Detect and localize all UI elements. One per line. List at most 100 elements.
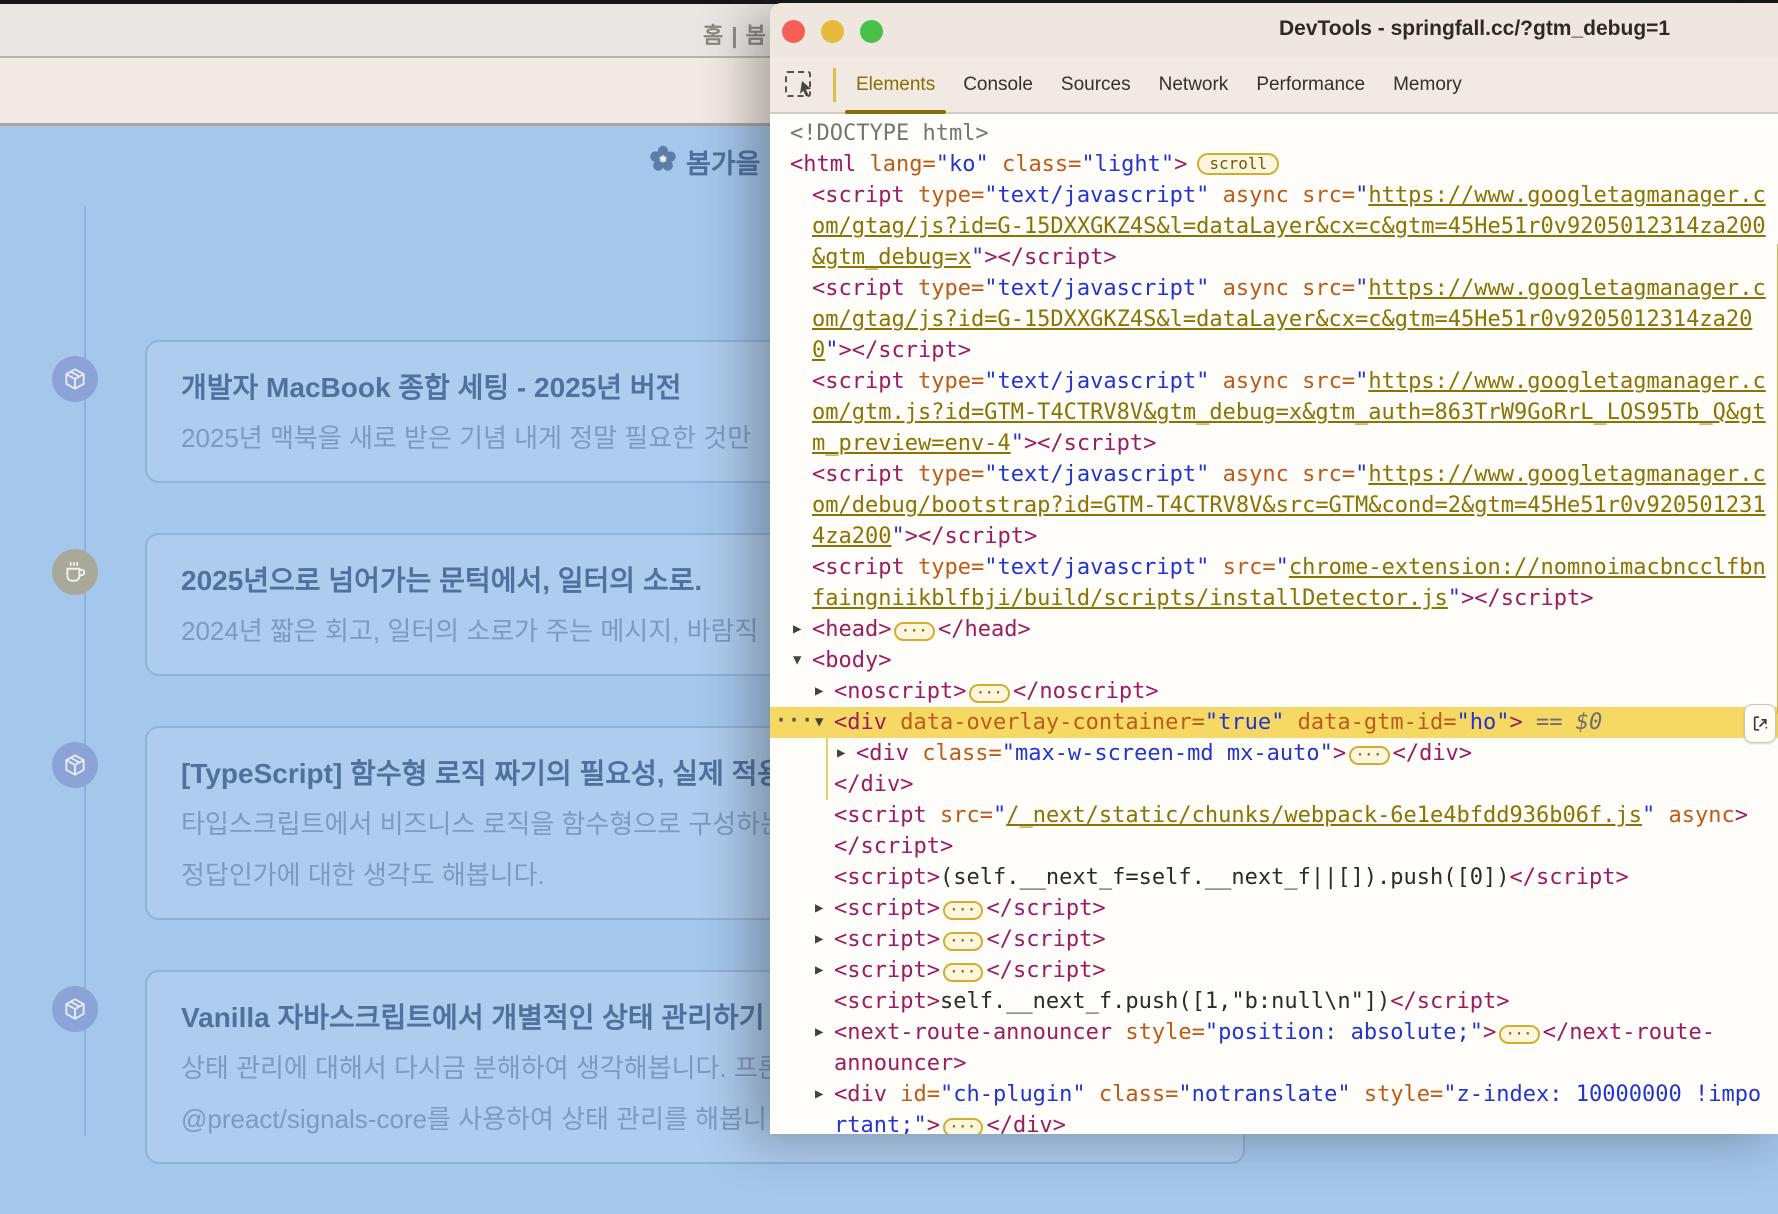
expand-closed-icon[interactable]: ▶ [815, 893, 823, 924]
package-icon [52, 356, 98, 402]
code-token: <next-route-announcer [834, 1020, 1112, 1045]
code-token: class= [1086, 1082, 1179, 1107]
code-token: ></script> [905, 524, 1037, 549]
code-token: async [1209, 276, 1288, 301]
dom-node-line[interactable]: <script type="text/javascript" async src… [770, 273, 1778, 304]
code-token: <script [834, 803, 927, 828]
code-token: <script> [834, 958, 940, 983]
tab-memory[interactable]: Memory [1379, 57, 1476, 112]
dom-node-line[interactable]: om/gtm.js?id=GTM-T4CTRV8V&gtm_debug=x&gt… [770, 397, 1778, 428]
ellipsis-expand-badge[interactable]: ··· [943, 901, 983, 920]
dom-node-line[interactable]: ▶<script>···</script> [770, 893, 1778, 924]
inspect-element-icon[interactable] [783, 69, 815, 101]
dom-node-line[interactable]: rtant;">···</div> [770, 1110, 1778, 1134]
code-token: src= [1289, 183, 1355, 208]
dom-node-selected[interactable]: ···▼<div data-overlay-container="true" d… [770, 707, 1778, 738]
ellipsis-expand-badge[interactable]: ··· [943, 1118, 983, 1134]
dom-node-line[interactable]: ▶<div class="max-w-screen-md mx-auto">··… [770, 738, 1778, 769]
dom-node-line[interactable]: <script type="text/javascript" async src… [770, 180, 1778, 211]
dom-node-line[interactable]: <script>(self.__next_f=self.__next_f||[]… [770, 862, 1778, 893]
expand-closed-icon[interactable]: ▶ [793, 614, 801, 645]
expand-closed-icon[interactable]: ▶ [815, 955, 823, 986]
ellipsis-expand-badge[interactable]: ··· [943, 963, 983, 982]
dom-node-line[interactable]: <script type="text/javascript" async src… [770, 459, 1778, 490]
ellipsis-expand-badge[interactable]: ··· [894, 622, 934, 641]
tab-performance[interactable]: Performance [1242, 57, 1379, 112]
dom-node-line[interactable]: ▶<next-route-announcer style="position: … [770, 1017, 1778, 1048]
tab-sources[interactable]: Sources [1047, 57, 1145, 112]
dom-node-line[interactable]: <html lang="ko" class="light">scroll [770, 149, 1778, 180]
expand-open-icon[interactable]: ▼ [793, 645, 801, 676]
elements-tree[interactable]: <!DOCTYPE html> <html lang="ko" class="li… [770, 114, 1778, 1134]
tab-elements[interactable]: Elements [842, 57, 949, 112]
code-token: src= [1289, 369, 1355, 394]
code-token: <script [812, 369, 905, 394]
dom-node-line[interactable]: </script> [770, 831, 1778, 862]
code-token: async [1209, 462, 1288, 487]
dom-node-line[interactable]: <script type="text/javascript" src="chro… [770, 552, 1778, 583]
dom-node-line[interactable]: ▶<div id="ch-plugin" class="notranslate"… [770, 1079, 1778, 1110]
code-token: (self.__next_f=self.__next_f||[]).push([… [940, 865, 1510, 890]
expand-open-icon[interactable]: ▼ [815, 707, 823, 738]
dom-node-line[interactable]: <script src="/_next/static/chunks/webpac… [770, 800, 1778, 831]
dom-node-line[interactable]: 4za200"></script> [770, 521, 1778, 552]
code-token: type= [905, 555, 984, 580]
dom-node-line[interactable]: </div> [770, 769, 1778, 800]
browser-window-title: 홈 | 봄 [703, 18, 767, 50]
expand-closed-icon[interactable]: ▶ [815, 924, 823, 955]
dom-node-line[interactable]: ▶<script>···</script> [770, 924, 1778, 955]
code-token: ></script> [1024, 431, 1156, 456]
code-token: <!DOCTYPE html> [790, 121, 989, 146]
code-token: </div> [1393, 741, 1472, 766]
minimize-window-button[interactable] [821, 20, 844, 43]
tab-network[interactable]: Network [1145, 57, 1243, 112]
dom-node-line[interactable]: m_preview=env-4"></script> [770, 428, 1778, 459]
devtools-titlebar[interactable]: DevTools - springfall.cc/?gtm_debug=1 [770, 3, 1778, 57]
dom-node-line[interactable]: <!DOCTYPE html> [770, 118, 1778, 149]
dom-node-line[interactable]: <script type="text/javascript" async src… [770, 366, 1778, 397]
expand-closed-icon[interactable]: ▶ [837, 738, 845, 769]
code-token: </div> [986, 1113, 1065, 1134]
code-token: self.__next_f.push([1,"b:null\n"]) [940, 989, 1390, 1014]
code-token: "text/javascript" [984, 276, 1209, 301]
code-token: ></script> [1461, 586, 1593, 611]
close-window-button[interactable] [782, 20, 805, 43]
zoom-window-button[interactable] [860, 20, 883, 43]
dom-node-line[interactable]: ▼<body> [770, 645, 1778, 676]
cursor-arrow-icon [798, 80, 816, 103]
dom-node-line[interactable]: om/gtag/js?id=G-15DXXGKZ4S&l=dataLayer&c… [770, 211, 1778, 242]
expand-closed-icon[interactable]: ▶ [815, 1079, 823, 1110]
code-token: "light" [1081, 152, 1174, 177]
dom-node-line[interactable]: ▶<script>···</script> [770, 955, 1778, 986]
expand-closed-icon[interactable]: ▶ [815, 1017, 823, 1048]
code-token: </script> [1390, 989, 1509, 1014]
ellipsis-expand-badge[interactable]: ··· [943, 932, 983, 951]
dom-node-line[interactable]: <script>self.__next_f.push([1,"b:null\n"… [770, 986, 1778, 1017]
ellipsis-expand-badge[interactable]: ··· [969, 684, 1009, 703]
scroll-badge[interactable]: scroll [1197, 153, 1279, 175]
dom-node-line[interactable]: om/debug/bootstrap?id=GTM-T4CTRV8V&src=G… [770, 490, 1778, 521]
code-token: <script> [834, 989, 940, 1014]
code-token: "notranslate" [1178, 1082, 1350, 1107]
code-token: " [1448, 586, 1461, 611]
code-token: </noscript> [1013, 679, 1159, 704]
dom-node-line[interactable]: faingniikblfbji/build/scripts/installDet… [770, 583, 1778, 614]
code-token: "max-w-screen-md mx-auto" [1002, 741, 1333, 766]
code-token: https://www.googletagmanager.c [1368, 369, 1765, 394]
dom-node-line[interactable]: 0"></script> [770, 335, 1778, 366]
code-token: https://www.googletagmanager.c [1368, 276, 1765, 301]
dom-node-line[interactable]: &gtm_debug=x"></script> [770, 242, 1778, 273]
code-token: 0 [812, 338, 825, 363]
dom-node-line[interactable]: om/gtag/js?id=G-15DXXGKZ4S&l=dataLayer&c… [770, 304, 1778, 335]
dom-node-line[interactable]: announcer> [770, 1048, 1778, 1079]
ellipsis-expand-badge[interactable]: ··· [1499, 1025, 1539, 1044]
ellipsis-expand-badge[interactable]: ··· [1349, 746, 1389, 765]
kebab-menu-icon[interactable]: ··· [775, 705, 814, 736]
expand-closed-icon[interactable]: ▶ [815, 676, 823, 707]
dom-node-line[interactable]: ▶<noscript>···</noscript> [770, 676, 1778, 707]
code-token: &gtm_debug=x [812, 245, 971, 270]
dom-node-line[interactable]: ▶<head>···</head> [770, 614, 1778, 645]
code-token: <script [812, 555, 905, 580]
flower-icon [648, 144, 678, 179]
tab-console[interactable]: Console [949, 57, 1047, 112]
